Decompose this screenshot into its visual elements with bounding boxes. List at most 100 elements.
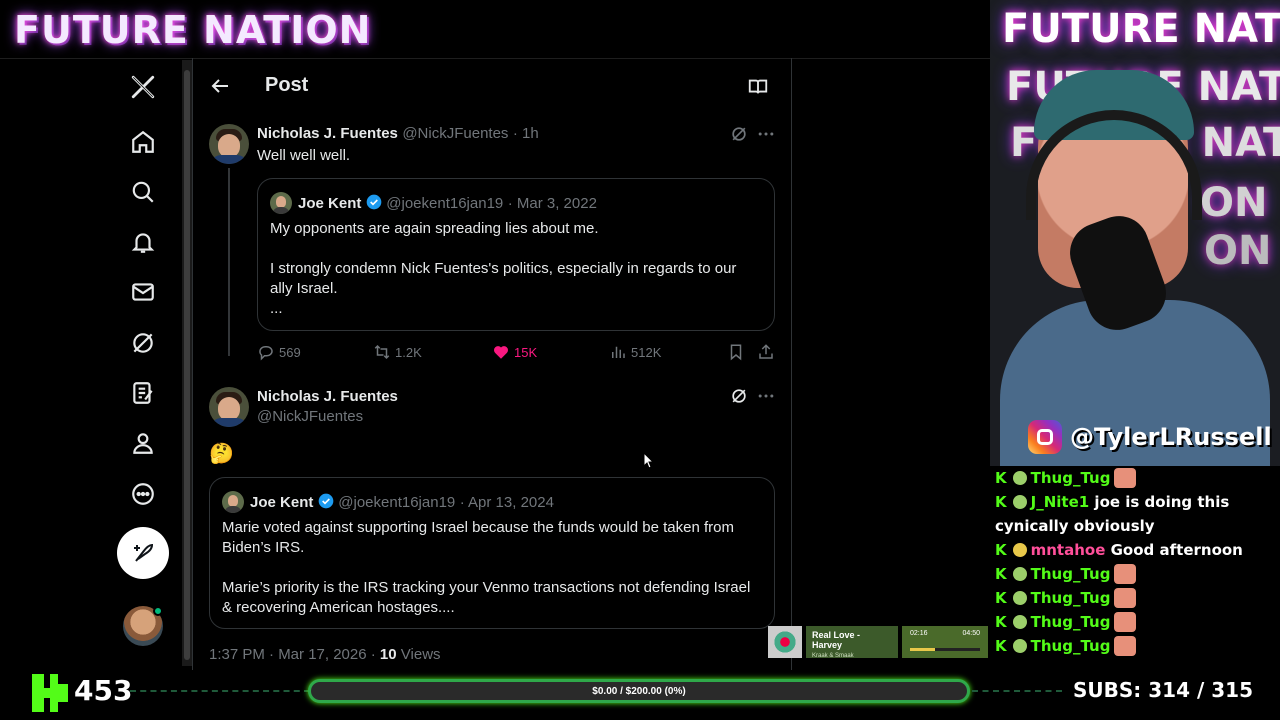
post-views-label: Views	[400, 646, 441, 663]
instagram-handle: @TylerLRussell	[1028, 420, 1272, 454]
author-name[interactable]: Nicholas J. Fuentes	[257, 388, 398, 405]
quoted-header: Joe Kent @joekent16jan19 · Apr 13, 2024	[250, 493, 554, 512]
page-title: Post	[265, 74, 309, 96]
song-progress: 02:16 04:50	[902, 626, 988, 658]
more-options-icon[interactable]	[756, 124, 776, 144]
chat-message: K Thug_Tug	[995, 634, 1280, 658]
like-count: 15K	[514, 344, 538, 360]
chat-message: K J_Nite1 joe is doing this cynically obv…	[995, 493, 1230, 535]
author-avatar[interactable]	[209, 124, 249, 164]
notes-icon[interactable]	[118, 368, 168, 418]
donation-goal-bar: $0.00 / $200.00 (0%)	[308, 679, 970, 703]
tweet-emoji: 🤔	[209, 443, 234, 465]
grok-icon[interactable]	[729, 386, 749, 406]
author-handle[interactable]: @NickJFuentes	[257, 408, 363, 425]
quoted-date: · Mar 3, 2022	[507, 195, 597, 212]
song-total: 04:50	[962, 630, 980, 637]
compose-post-button[interactable]	[117, 527, 169, 579]
quoted-date: · Apr 13, 2024	[459, 494, 554, 511]
search-icon[interactable]	[118, 167, 168, 217]
quoted-author-name: Joe Kent	[298, 195, 362, 212]
feather-plus-icon	[134, 543, 154, 562]
repost-icon	[374, 344, 390, 360]
mail-icon[interactable]	[118, 267, 168, 317]
mouse-cursor-icon	[644, 453, 654, 469]
quoted-text-line: I strongly condemn Nick Fuentes's politi…	[270, 260, 737, 297]
views-count: 512K	[631, 344, 662, 360]
profile-icon[interactable]	[118, 418, 168, 468]
author-handle[interactable]: @NickJFuentes	[402, 125, 508, 142]
kick-logo-icon	[32, 674, 68, 712]
share-icon[interactable]	[757, 343, 775, 361]
instagram-handle-text: @TylerLRussell	[1070, 423, 1272, 451]
subs-counter: SUBS: 314 / 315	[1073, 678, 1253, 702]
album-art	[768, 626, 802, 658]
divider	[972, 690, 1062, 692]
heart-icon	[494, 346, 508, 359]
post-views-count: 10	[379, 646, 397, 663]
views-button[interactable]: 512K	[609, 343, 661, 361]
more-icon[interactable]	[118, 469, 168, 519]
neon-sign-text: ON	[1204, 228, 1272, 274]
quoted-header: Joe Kent @joekent16jan19 · Mar 3, 2022	[298, 194, 597, 213]
quoted-text-ellipsis: ...	[270, 300, 283, 317]
reply-icon	[259, 346, 273, 361]
quoted-author-handle: @joekent16jan19	[338, 494, 456, 511]
chat-message: Kmntahoe Good afternoon	[995, 541, 1243, 559]
grok-icon[interactable]	[729, 124, 749, 144]
scrollbar-thumb[interactable]	[184, 70, 190, 660]
tweet-actions: 569 1.2K 15K 512K	[257, 343, 777, 363]
more-options-icon[interactable]	[756, 386, 776, 406]
verified-badge-icon	[366, 194, 382, 210]
quoted-author-handle: @joekent16jan19	[386, 195, 504, 212]
face-emote-icon	[1114, 612, 1137, 632]
face-emote-icon	[1114, 564, 1137, 584]
bell-icon[interactable]	[118, 217, 168, 267]
quoted-text-paragraph: Marie voted against supporting Israel be…	[222, 519, 734, 556]
face-emote-icon	[1114, 636, 1137, 656]
viewer-count: 453	[74, 674, 133, 707]
quoted-author-name: Joe Kent	[250, 494, 314, 511]
reply-count: 569	[279, 344, 301, 360]
account-avatar[interactable]	[123, 606, 163, 646]
repost-button[interactable]: 1.2K	[373, 343, 422, 361]
chat-message: K Thug_Tug	[995, 466, 1280, 490]
instagram-icon	[1028, 420, 1062, 454]
author-avatar[interactable]	[209, 387, 249, 427]
author-name[interactable]: Nicholas J. Fuentes	[257, 125, 398, 142]
thread-connector	[228, 168, 230, 356]
quoted-text-paragraph: Marie’s priority is the IRS tracking you…	[222, 579, 751, 616]
quoted-tweet[interactable]: Joe Kent @joekent16jan19 · Mar 3, 2022 M…	[257, 178, 775, 331]
x-logo-icon[interactable]	[118, 62, 168, 112]
home-icon[interactable]	[118, 117, 168, 167]
analytics-icon	[612, 346, 625, 358]
song-title: Real Love - Harvey	[812, 630, 861, 650]
stream-brand-title: FUTURE NATION	[14, 8, 372, 52]
face-emote-icon	[1114, 588, 1137, 608]
grok-icon[interactable]	[118, 318, 168, 368]
back-arrow-icon[interactable]	[208, 74, 232, 98]
reply-button[interactable]: 569	[257, 343, 301, 361]
chat-message: K Thug_Tug	[995, 562, 1280, 586]
neon-sign-text: FUTURE NATION	[1002, 6, 1280, 52]
quoted-author-avatar	[222, 491, 244, 513]
post-timestamp[interactable]: 1:37 PM · Mar 17, 2026 ·	[209, 646, 376, 663]
online-status-dot	[153, 606, 163, 616]
bookmark-icon[interactable]	[727, 343, 745, 361]
song-artist: Kraak & Smaak	[812, 653, 854, 659]
divider	[130, 690, 310, 692]
post-timestamp-row: 1:37 PM · Mar 17, 2026 · 10 Views	[209, 646, 441, 663]
tweet-text: Well well well.	[257, 147, 351, 164]
live-chat: K Thug_Tug K J_Nite1 joe is doing this cyn…	[995, 466, 1280, 666]
reader-mode-icon[interactable]	[747, 76, 769, 98]
quoted-author-avatar	[270, 192, 292, 214]
quoted-text-line: My opponents are again spreading lies ab…	[270, 220, 599, 237]
chat-message: K Thug_Tug	[995, 610, 1280, 634]
repost-count: 1.2K	[395, 344, 422, 360]
now-playing-widget: Real Love - Harvey Kraak & Smaak 02:16 0…	[768, 624, 988, 660]
quoted-tweet[interactable]: Joe Kent @joekent16jan19 · Apr 13, 2024 …	[209, 477, 775, 629]
tweet-time[interactable]: · 1h	[513, 125, 539, 142]
song-elapsed: 02:16	[910, 630, 928, 637]
like-button[interactable]: 15K	[492, 343, 537, 361]
face-emote-icon	[1114, 468, 1137, 488]
